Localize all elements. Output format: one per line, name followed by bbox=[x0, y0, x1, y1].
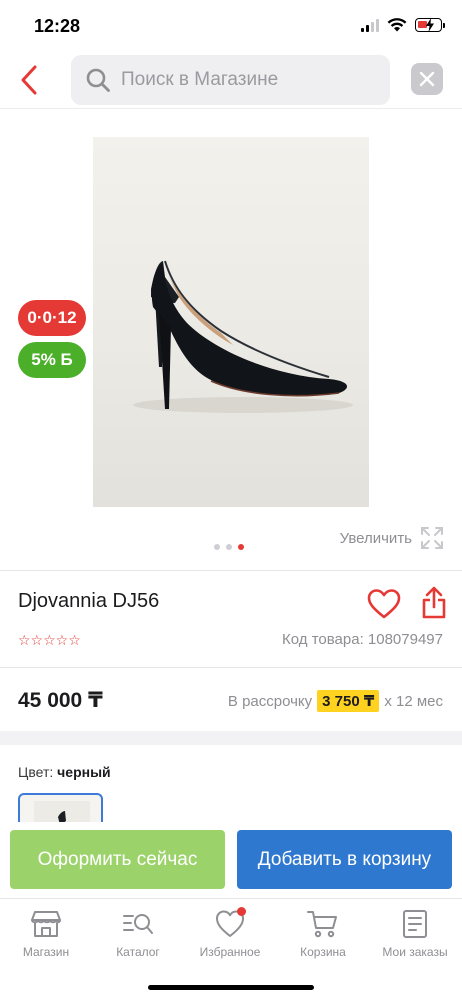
tab-shop[interactable]: Магазин bbox=[0, 909, 92, 959]
product-title: Djovannia DJ56 bbox=[18, 590, 160, 612]
installment-amount: 3 750 ₸ bbox=[317, 690, 380, 712]
installment-suffix: х 12 мес bbox=[384, 692, 443, 710]
tab-my-orders[interactable]: Мои заказы bbox=[369, 909, 461, 959]
tab-cart[interactable]: Корзина bbox=[277, 909, 369, 959]
tab-favorites[interactable]: Избранное bbox=[184, 907, 276, 959]
search-box[interactable] bbox=[71, 55, 390, 105]
color-label-text: Цвет: bbox=[18, 764, 54, 780]
pagination-dot-active[interactable] bbox=[238, 544, 244, 550]
status-icons bbox=[361, 18, 445, 32]
share-icon bbox=[422, 586, 446, 619]
tab-label: Мои заказы bbox=[382, 945, 448, 959]
expand-icon bbox=[421, 527, 443, 549]
rating-stars[interactable]: ☆☆☆☆☆ bbox=[18, 632, 81, 649]
tab-label: Магазин bbox=[22, 945, 70, 959]
search-header bbox=[0, 52, 462, 108]
pagination-dot[interactable] bbox=[226, 544, 232, 550]
tab-catalog[interactable]: Каталог bbox=[92, 909, 184, 959]
shop-icon bbox=[31, 911, 61, 937]
section-divider bbox=[0, 667, 462, 668]
tab-label: Избранное bbox=[199, 945, 261, 959]
pagination-dot[interactable] bbox=[214, 544, 220, 550]
gallery-pagination bbox=[214, 544, 244, 550]
tab-label: Каталог bbox=[116, 945, 160, 959]
header-divider bbox=[0, 108, 462, 109]
installment-info[interactable]: В рассрочку 3 750 ₸ х 12 мес bbox=[228, 690, 443, 712]
installment-prefix: В рассрочку bbox=[227, 692, 313, 710]
heart-icon bbox=[367, 589, 401, 619]
zoom-label: Увеличить bbox=[339, 529, 412, 547]
countdown-badge[interactable]: 0·0·12 bbox=[18, 300, 86, 336]
product-sku: Код товара: 108079497 bbox=[282, 631, 443, 648]
section-divider bbox=[0, 570, 462, 571]
search-icon bbox=[86, 68, 110, 92]
product-photo[interactable] bbox=[93, 137, 369, 507]
cta-bar: Оформить сейчас Добавить в корзину bbox=[0, 822, 462, 898]
bottom-tab-bar: Магазин Каталог Избранное Корзина Мои за… bbox=[0, 898, 462, 999]
favorite-button[interactable] bbox=[366, 588, 402, 620]
catalog-search-icon bbox=[123, 914, 153, 934]
chevron-left-icon bbox=[21, 65, 37, 95]
tab-label: Корзина bbox=[300, 945, 346, 959]
status-bar: 12:28 bbox=[0, 0, 462, 52]
color-value: черный bbox=[57, 764, 111, 780]
back-button[interactable] bbox=[12, 60, 46, 100]
cart-icon bbox=[307, 911, 337, 938]
search-input[interactable] bbox=[121, 69, 371, 91]
notification-dot bbox=[237, 907, 246, 916]
signal-icon bbox=[361, 18, 379, 32]
clear-search-button[interactable] bbox=[411, 63, 443, 95]
close-icon bbox=[419, 71, 435, 87]
orders-icon bbox=[403, 910, 427, 938]
product-price: 45 000 ₸ bbox=[18, 689, 103, 712]
wifi-icon bbox=[387, 18, 407, 32]
shoe-image bbox=[133, 260, 353, 413]
home-indicator bbox=[148, 985, 314, 990]
color-label: Цвет: черный bbox=[18, 764, 111, 780]
add-to-cart-button[interactable]: Добавить в корзину bbox=[237, 830, 452, 889]
battery-icon bbox=[415, 18, 445, 32]
zoom-button[interactable]: Увеличить bbox=[340, 526, 444, 550]
section-separator bbox=[0, 731, 462, 745]
share-button[interactable] bbox=[421, 586, 447, 620]
status-time: 12:28 bbox=[34, 16, 81, 36]
cashback-badge[interactable]: 5% Б bbox=[18, 342, 86, 378]
order-now-button[interactable]: Оформить сейчас bbox=[10, 830, 225, 889]
